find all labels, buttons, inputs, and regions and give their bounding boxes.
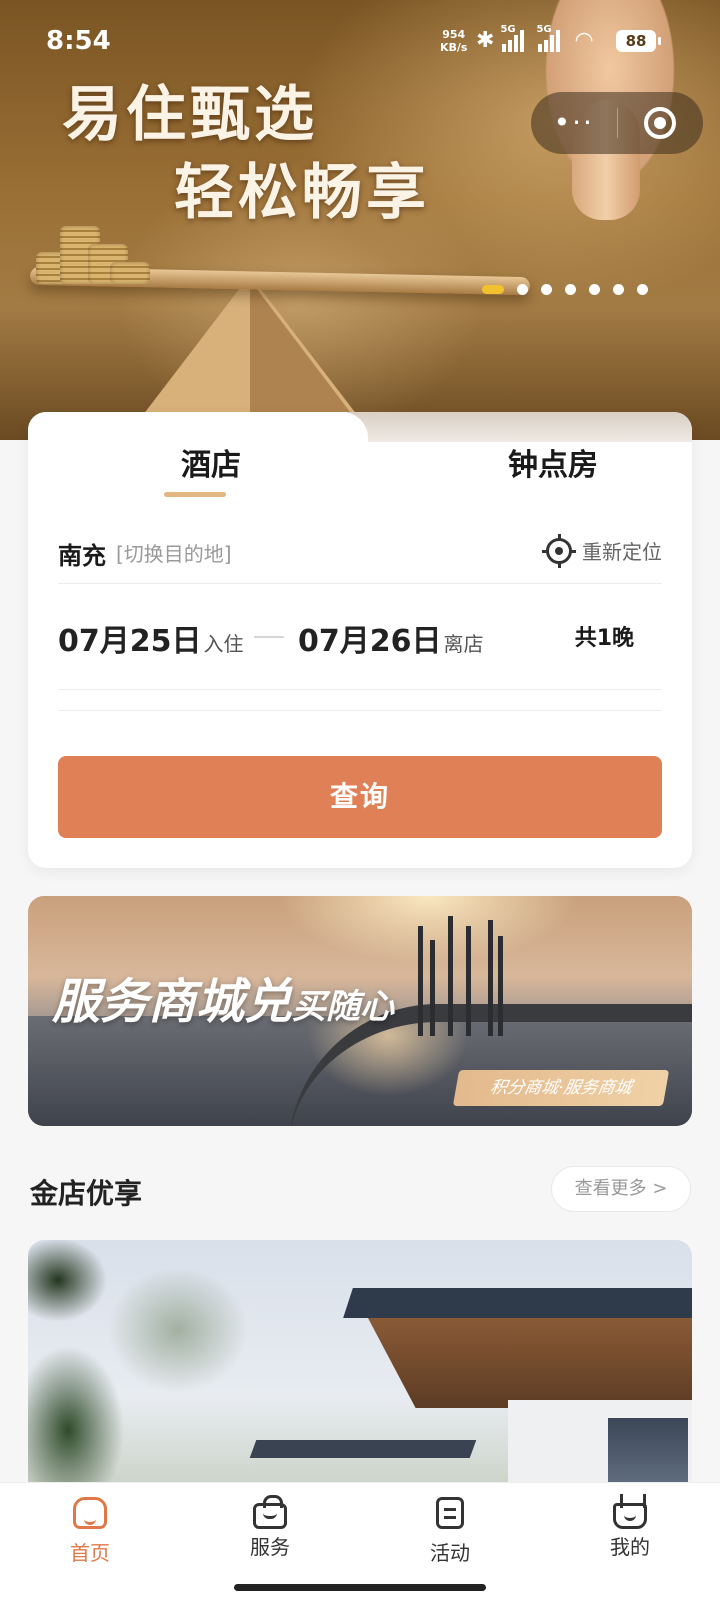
- relocate-button[interactable]: 重新定位: [542, 533, 662, 568]
- booking-tabs: 酒店 钟点房: [28, 412, 692, 500]
- sim2-network: 5G: [536, 23, 552, 35]
- hero-line-1: 易住甄选: [62, 80, 318, 150]
- view-more-button[interactable]: 查看更多 >: [551, 1166, 691, 1212]
- network-speed: 954 KB/s: [440, 28, 467, 54]
- tab-activity[interactable]: 活动: [400, 1497, 500, 1566]
- section-title: 金店优享: [30, 1177, 143, 1210]
- signal-icon: 5G: [536, 24, 561, 52]
- trees-image: [28, 1240, 258, 1502]
- bridge-pylon: [466, 926, 471, 1036]
- clock: 8:54: [46, 26, 111, 56]
- tab-inactive-background: [347, 412, 692, 442]
- tab-hotel[interactable]: 酒店: [161, 440, 261, 484]
- home-indicator: [234, 1584, 486, 1591]
- bridge-pylon: [430, 940, 435, 1036]
- tab-service[interactable]: 服务: [220, 1495, 320, 1560]
- active-tab-underline: [164, 492, 226, 497]
- checkin-label: 入住: [203, 632, 244, 656]
- basket-icon: [613, 1494, 647, 1529]
- hotel-roof: [343, 1288, 692, 1318]
- locate-icon: [542, 533, 576, 568]
- tab-home[interactable]: 首页: [40, 1497, 140, 1566]
- carousel-dot-active: [482, 285, 504, 294]
- network-speed-unit: KB/s: [440, 41, 468, 54]
- hero-line-2: 轻松畅享: [174, 158, 430, 228]
- more-menu-button[interactable]: •··: [531, 109, 617, 137]
- bluetooth-icon: ✱: [476, 28, 495, 53]
- network-speed-value: 954: [442, 28, 466, 41]
- bridge-pylon: [418, 926, 423, 1036]
- promo-title-small: 买随心: [292, 987, 395, 1027]
- carousel-dot: [637, 284, 648, 295]
- carousel-dot: [613, 284, 624, 295]
- hotel-eave: [368, 1318, 692, 1408]
- tab-home-label: 首页: [70, 1541, 110, 1565]
- destination-row[interactable]: 南充 [切换目的地] 重新定位: [58, 520, 662, 584]
- nights-count: 共1晚: [574, 626, 634, 651]
- date-separator: [254, 636, 284, 638]
- carousel-indicator: [482, 284, 648, 295]
- promo-title-main: 服务商城兑: [52, 974, 293, 1030]
- search-button[interactable]: 查询: [58, 756, 662, 838]
- battery-icon: 88: [616, 30, 661, 52]
- document-icon: [436, 1497, 464, 1529]
- date-row[interactable]: 07月25日 入住 07月26日 离店 共1晚: [58, 586, 662, 690]
- hotel-card[interactable]: [28, 1240, 692, 1502]
- target-icon: [644, 107, 677, 139]
- carousel-dot: [565, 284, 576, 295]
- tab-service-label: 服务: [250, 1535, 290, 1559]
- sim1-network: 5G: [500, 23, 516, 35]
- checkout-date[interactable]: 07月26日 离店: [298, 616, 484, 660]
- relocate-label: 重新定位: [582, 540, 662, 564]
- switch-destination-link[interactable]: [切换目的地]: [116, 538, 232, 567]
- city-name[interactable]: 南充: [58, 536, 106, 571]
- home-icon: [73, 1497, 107, 1529]
- tab-mine-label: 我的: [610, 1535, 650, 1559]
- hotel-low-roof: [249, 1440, 477, 1458]
- carousel-dot: [541, 284, 552, 295]
- divider: [58, 710, 662, 711]
- hero-slogan: 易住甄选 轻松畅享: [62, 76, 430, 232]
- promo-tag: 积分商城·服务商城: [452, 1070, 670, 1106]
- close-miniprogram-button[interactable]: [618, 107, 704, 139]
- miniprogram-capsule: •··: [531, 92, 703, 154]
- status-bar: 8:54 954 KB/s ✱ 5G 5G ◠ 88: [0, 0, 720, 86]
- checkin-date[interactable]: 07月25日 入住: [58, 616, 244, 660]
- tab-mine[interactable]: 我的: [580, 1494, 680, 1560]
- checkout-label: 离店: [443, 632, 484, 656]
- bridge-pylon: [488, 920, 493, 1036]
- checkin-date-value: 07月25日: [58, 624, 202, 659]
- tab-hourly-room[interactable]: 钟点房: [478, 440, 628, 484]
- bridge-pylon: [498, 936, 503, 1036]
- bag-icon: [253, 1495, 287, 1529]
- promo-title: 服务商城兑买随心: [52, 962, 394, 1032]
- tab-activity-label: 活动: [430, 1541, 470, 1565]
- carousel-dot: [517, 284, 528, 295]
- service-mall-banner[interactable]: 服务商城兑买随心 积分商城·服务商城: [28, 896, 692, 1126]
- status-icons: ✱ 5G 5G ◠: [476, 24, 594, 54]
- booking-card: 酒店 钟点房 南充 [切换目的地] 重新定位 07月25日 入住 07月26日 离店…: [28, 412, 692, 868]
- bridge-pylon: [448, 916, 453, 1036]
- signal-icon: 5G: [500, 24, 525, 52]
- carousel-dot: [589, 284, 600, 295]
- checkout-date-value: 07月26日: [298, 624, 442, 659]
- wifi-icon: ◠: [574, 28, 594, 53]
